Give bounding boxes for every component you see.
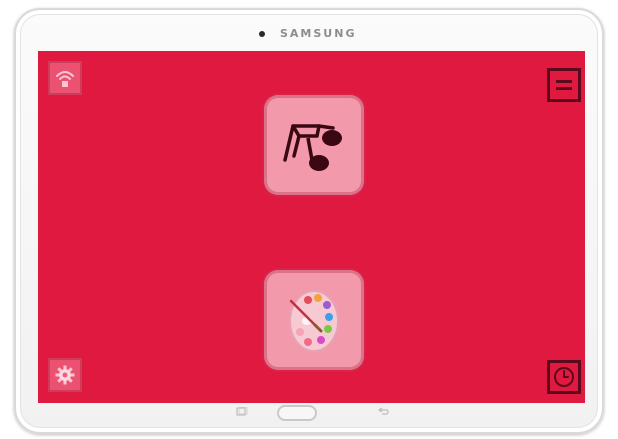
brand-label: SAMSUNG bbox=[280, 27, 357, 40]
gear-icon bbox=[55, 365, 75, 385]
tablet-frame: SAMSUNG bbox=[14, 8, 604, 434]
recent-apps-key[interactable] bbox=[236, 407, 248, 417]
menu-icon bbox=[556, 80, 572, 90]
clock-button[interactable] bbox=[547, 360, 581, 394]
back-key[interactable] bbox=[377, 407, 389, 417]
clock-icon bbox=[554, 367, 574, 387]
paint-tile[interactable] bbox=[264, 270, 364, 370]
front-camera bbox=[259, 31, 265, 37]
wifi-icon bbox=[56, 71, 74, 87]
home-button[interactable] bbox=[277, 405, 317, 421]
app-screen bbox=[38, 51, 585, 403]
settings-button[interactable] bbox=[48, 358, 82, 392]
menu-button[interactable] bbox=[547, 68, 581, 102]
music-tile[interactable] bbox=[264, 95, 364, 195]
paint-palette-icon bbox=[289, 290, 339, 352]
wifi-button[interactable] bbox=[48, 61, 82, 95]
music-note-icon bbox=[283, 124, 342, 171]
